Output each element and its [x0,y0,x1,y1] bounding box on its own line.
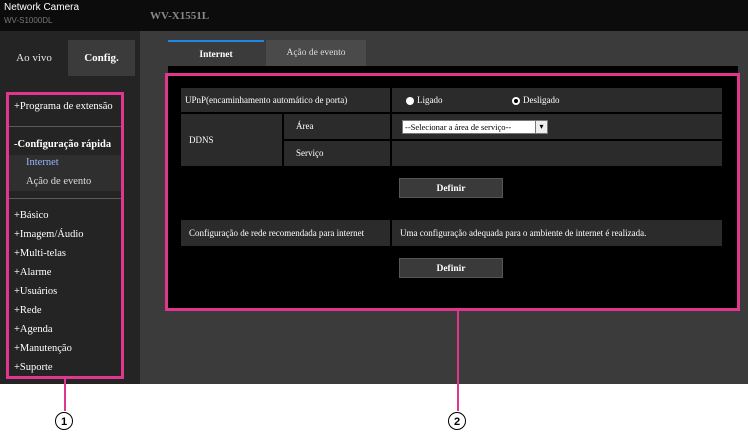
tab-event-action[interactable]: Ação de evento [266,40,366,66]
callout-2-line [457,311,459,411]
callout-2-number: 2 [448,412,466,430]
callout-1-number: 1 [55,412,73,430]
callout-1-line [64,379,66,411]
tab-config[interactable]: Config. [68,40,135,76]
callout-2-frame [165,73,740,311]
camera-model: WV-X1551L [150,10,210,22]
top-header [0,0,748,31]
tab-internet[interactable]: Internet [168,40,264,66]
callout-1-frame [6,92,124,379]
tab-live[interactable]: Ao vivo [8,40,60,76]
brand-model-code: WV-S1000DL [4,16,53,25]
brand-name: Network Camera [4,2,80,13]
